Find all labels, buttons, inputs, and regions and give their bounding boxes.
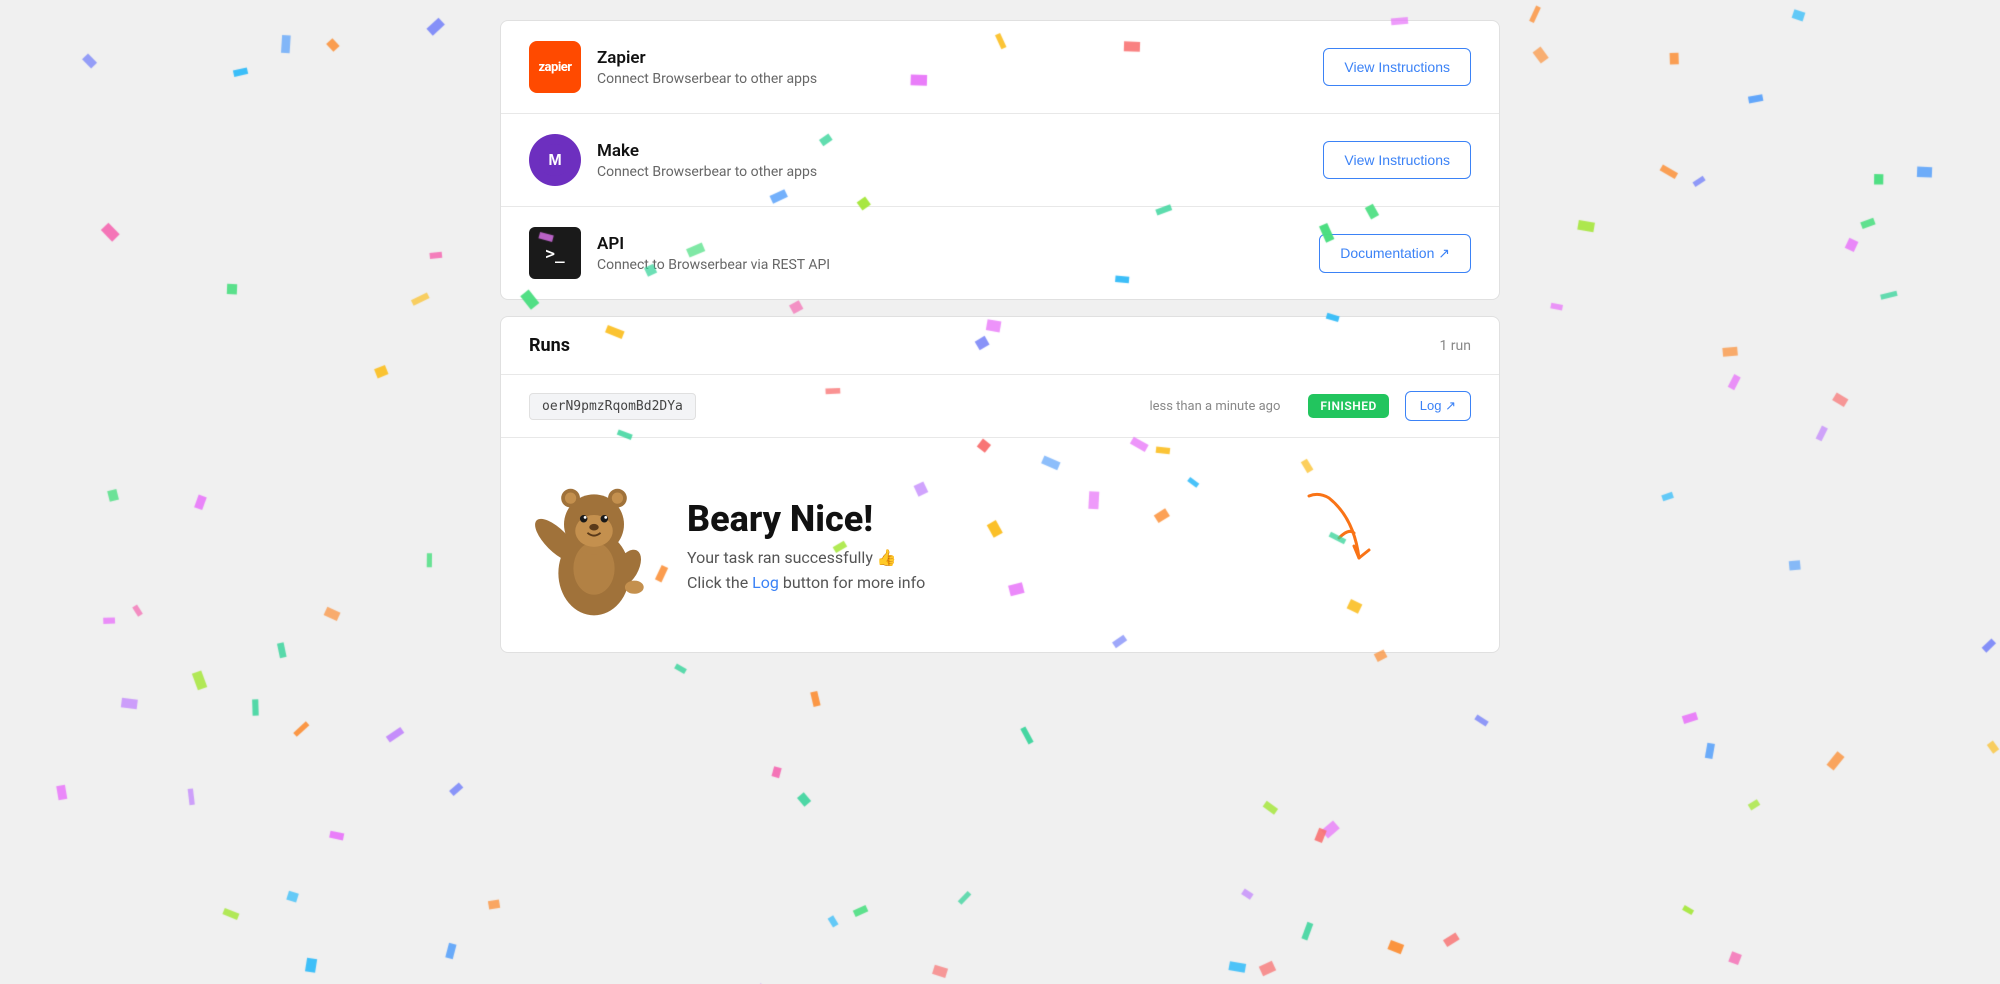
integration-row-zapier: zapier Zapier Connect Browserbear to oth… <box>501 21 1499 114</box>
make-action: View Instructions <box>1323 141 1471 179</box>
runs-count: 1 run <box>1439 338 1471 354</box>
run-id: oerN9pmzRqomBd2DYa <box>529 393 696 420</box>
api-desc: Connect to Browserbear via REST API <box>597 257 1319 273</box>
success-cta-suffix: button for more info <box>779 573 925 592</box>
api-name: API <box>597 234 1319 254</box>
zapier-view-instructions-button[interactable]: View Instructions <box>1323 48 1471 86</box>
runs-title: Runs <box>529 335 570 356</box>
run-time: less than a minute ago <box>1149 399 1280 414</box>
success-cta-log-link[interactable]: Log <box>752 573 779 592</box>
api-info: API Connect to Browserbear via REST API <box>597 234 1319 273</box>
make-desc: Connect Browserbear to other apps <box>597 164 1323 180</box>
zapier-action: View Instructions <box>1323 48 1471 86</box>
success-section: Beary Nice! Your task ran successfully 👍… <box>501 438 1499 652</box>
runs-card: Runs 1 run oerN9pmzRqomBd2DYa less than … <box>500 316 1500 653</box>
run-row: oerN9pmzRqomBd2DYa less than a minute ag… <box>501 375 1499 438</box>
api-action: Documentation ↗ <box>1319 234 1471 273</box>
make-info: Make Connect Browserbear to other apps <box>597 141 1323 180</box>
bear-illustration <box>529 470 659 620</box>
make-icon: M <box>529 134 581 186</box>
run-log-button[interactable]: Log ↗ <box>1405 391 1471 421</box>
zapier-desc: Connect Browserbear to other apps <box>597 71 1323 87</box>
integrations-card: zapier Zapier Connect Browserbear to oth… <box>500 20 1500 300</box>
arrow-decoration <box>1299 478 1379 578</box>
run-status-badge: FINISHED <box>1308 394 1388 418</box>
runs-header: Runs 1 run <box>501 317 1499 375</box>
zapier-info: Zapier Connect Browserbear to other apps <box>597 48 1323 87</box>
page-wrapper: zapier Zapier Connect Browserbear to oth… <box>480 0 1520 693</box>
api-documentation-button[interactable]: Documentation ↗ <box>1319 234 1471 273</box>
zapier-name: Zapier <box>597 48 1323 68</box>
make-view-instructions-button[interactable]: View Instructions <box>1323 141 1471 179</box>
api-icon: >_ <box>529 227 581 279</box>
zapier-icon: zapier <box>529 41 581 93</box>
integration-row-make: M Make Connect Browserbear to other apps… <box>501 114 1499 207</box>
integration-row-api: >_ API Connect to Browserbear via REST A… <box>501 207 1499 299</box>
make-name: Make <box>597 141 1323 161</box>
success-cta-prefix: Click the <box>687 573 752 592</box>
svg-text:M: M <box>548 152 561 169</box>
